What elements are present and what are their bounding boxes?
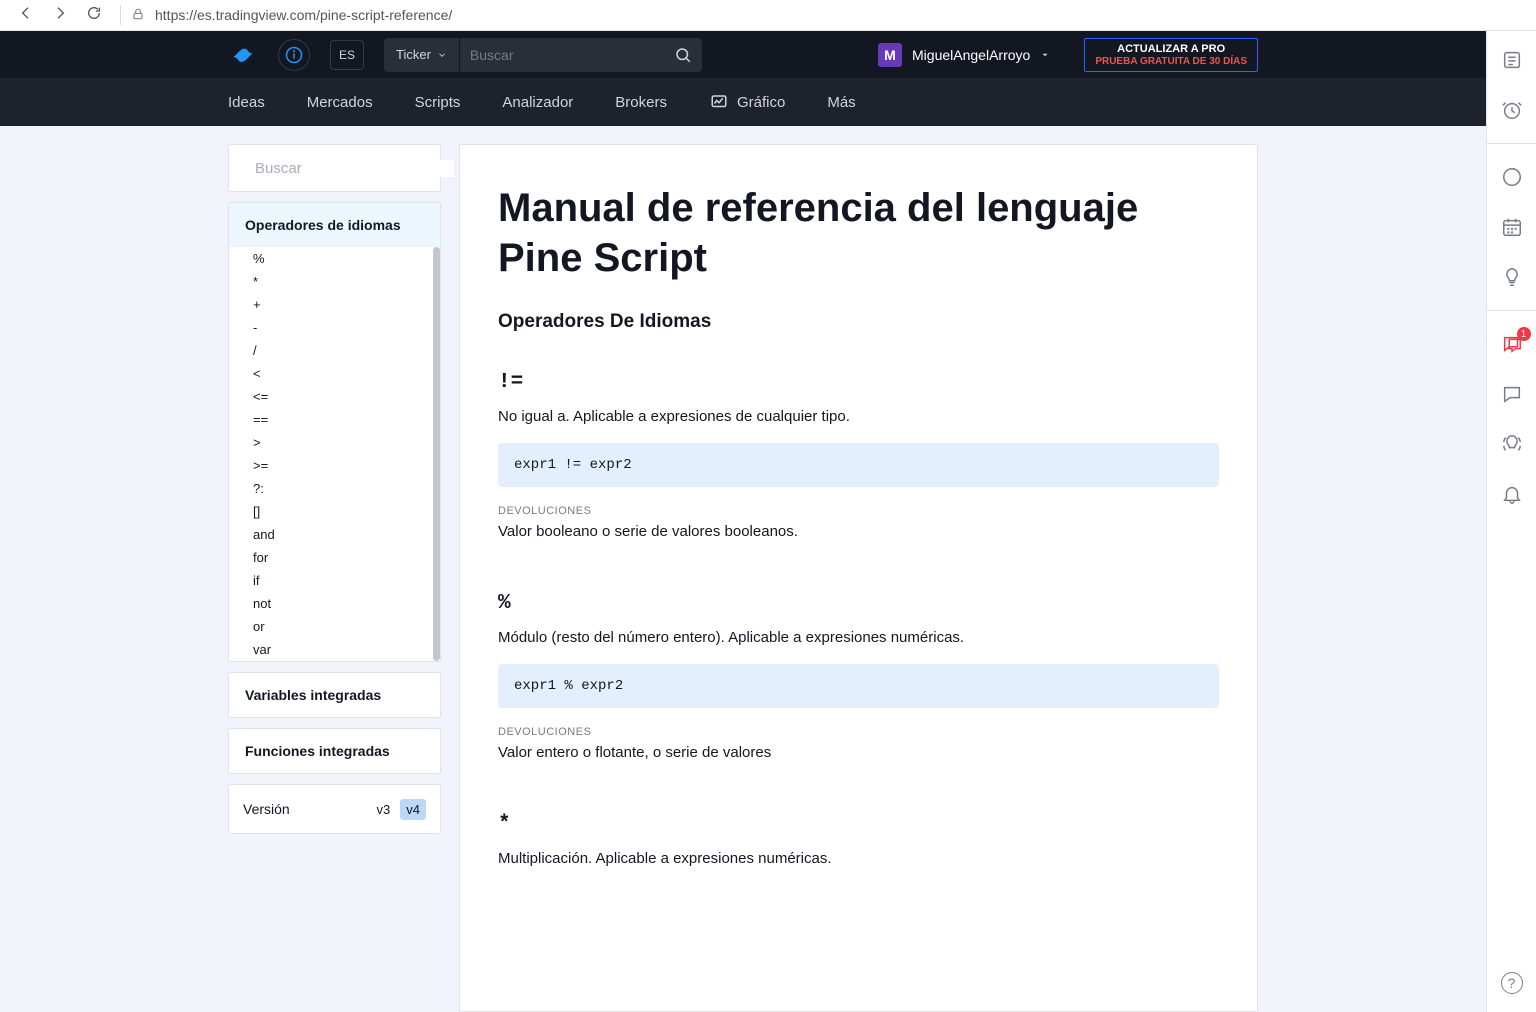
sidebar-op-item[interactable]: not bbox=[229, 592, 440, 615]
version-switcher: Versión v3 v4 bbox=[228, 784, 441, 834]
sidebar-op-item[interactable]: == bbox=[229, 408, 440, 431]
sidebar-op-item[interactable]: + bbox=[229, 293, 440, 316]
operator-symbol: % bbox=[498, 592, 1219, 615]
nav-scripts[interactable]: Scripts bbox=[415, 94, 461, 111]
sidebar-operators-list[interactable]: % * + - / < <= == > >= ?: [] and for bbox=[229, 247, 440, 661]
right-tool-rail: 1 ? bbox=[1486, 31, 1536, 1012]
doc-content: Manual de referencia del lenguaje Pine S… bbox=[459, 144, 1258, 1012]
chat-badge: 1 bbox=[1517, 327, 1531, 341]
info-icon[interactable] bbox=[278, 39, 310, 71]
operator-entry: % Módulo (resto del número entero). Apli… bbox=[498, 592, 1219, 761]
caret-down-icon bbox=[1040, 47, 1050, 63]
sidebar-op-item[interactable]: [] bbox=[229, 500, 440, 523]
forward-button[interactable] bbox=[52, 5, 68, 26]
calendar-icon[interactable] bbox=[1501, 216, 1523, 238]
sidebar-op-item[interactable]: ?: bbox=[229, 477, 440, 500]
help-button[interactable]: ? bbox=[1501, 972, 1523, 994]
streams-icon[interactable] bbox=[1501, 433, 1523, 455]
ticker-dropdown[interactable]: Ticker bbox=[384, 38, 459, 72]
username: MiguelAngelArroyo bbox=[912, 47, 1030, 63]
operator-description: Multiplicación. Aplicable a expresiones … bbox=[498, 850, 1219, 867]
version-v3[interactable]: v3 bbox=[371, 799, 397, 820]
chevron-down-icon bbox=[437, 50, 447, 60]
chart-icon bbox=[709, 93, 729, 111]
sidebar-op-item[interactable]: if bbox=[229, 569, 440, 592]
sidebar-op-item[interactable]: > bbox=[229, 431, 440, 454]
divider bbox=[1487, 143, 1536, 144]
sidebar-op-item[interactable]: for bbox=[229, 546, 440, 569]
version-v4[interactable]: v4 bbox=[400, 799, 426, 820]
sidebar-section-operators[interactable]: Operadores de idiomas bbox=[229, 203, 440, 247]
sidebar-op-item[interactable]: / bbox=[229, 339, 440, 362]
sidebar-section-functions[interactable]: Funciones integradas bbox=[229, 729, 440, 773]
returns-label: DEVOLUCIONES bbox=[498, 505, 1219, 517]
sidebar-op-item[interactable]: >= bbox=[229, 454, 440, 477]
sidebar-op-item[interactable]: var bbox=[229, 638, 440, 661]
sidebar-op-item[interactable]: < bbox=[229, 362, 440, 385]
sidebar-op-item[interactable]: % bbox=[229, 247, 440, 270]
notifications-bell-icon[interactable] bbox=[1501, 483, 1523, 505]
nav-mercados[interactable]: Mercados bbox=[307, 94, 373, 111]
user-menu[interactable]: M MiguelAngelArroyo bbox=[878, 43, 1050, 67]
top-search-input[interactable] bbox=[470, 47, 674, 63]
sidebar-section-variables[interactable]: Variables integradas bbox=[229, 673, 440, 717]
private-chat-icon[interactable]: 1 bbox=[1501, 333, 1523, 355]
search-icon bbox=[674, 46, 692, 64]
sidebar-op-item[interactable]: * bbox=[229, 270, 440, 293]
section-title: Operadores De Idiomas bbox=[498, 311, 1219, 333]
nav-brokers[interactable]: Brokers bbox=[615, 94, 667, 111]
page-title: Manual de referencia del lenguaje Pine S… bbox=[498, 183, 1219, 283]
version-label: Versión bbox=[243, 801, 290, 817]
main-nav: Ideas Mercados Scripts Analizador Broker… bbox=[0, 78, 1486, 126]
sidebar-op-item[interactable]: or bbox=[229, 615, 440, 638]
sidebar-op-item[interactable]: and bbox=[229, 523, 440, 546]
reload-button[interactable] bbox=[86, 5, 102, 26]
returns-text: Valor booleano o serie de valores boolea… bbox=[498, 523, 1219, 540]
operator-symbol: != bbox=[498, 371, 1219, 394]
hotlist-icon[interactable] bbox=[1501, 166, 1523, 188]
sidebar-search-input[interactable] bbox=[255, 160, 454, 177]
operator-entry: * Multiplicación. Aplicable a expresione… bbox=[498, 813, 1219, 867]
language-button[interactable]: ES bbox=[330, 40, 364, 70]
nav-mas[interactable]: Más bbox=[827, 94, 855, 111]
returns-label: DEVOLUCIONES bbox=[498, 726, 1219, 738]
sidebar-op-item[interactable]: - bbox=[229, 316, 440, 339]
divider bbox=[1487, 310, 1536, 311]
operator-description: No igual a. Aplicable a expresiones de c… bbox=[498, 408, 1219, 425]
back-button[interactable] bbox=[18, 5, 34, 26]
url-input[interactable] bbox=[155, 7, 1518, 23]
browser-toolbar bbox=[0, 0, 1536, 31]
nav-grafico[interactable]: Gráfico bbox=[709, 93, 785, 111]
operator-entry: != No igual a. Aplicable a expresiones d… bbox=[498, 371, 1219, 540]
avatar: M bbox=[878, 43, 902, 67]
code-sample: expr1 != expr2 bbox=[498, 443, 1219, 487]
tradingview-logo-icon[interactable] bbox=[228, 42, 258, 67]
sidebar-search[interactable] bbox=[228, 144, 441, 192]
code-sample: expr1 % expr2 bbox=[498, 664, 1219, 708]
divider bbox=[120, 5, 121, 25]
lock-icon bbox=[131, 7, 145, 24]
alerts-clock-icon[interactable] bbox=[1501, 99, 1523, 121]
idea-bulb-icon[interactable] bbox=[1501, 266, 1523, 288]
public-chat-icon[interactable] bbox=[1501, 383, 1523, 405]
top-header: ES Ticker M MiguelAngelArroyo bbox=[0, 31, 1486, 78]
watchlist-icon[interactable] bbox=[1501, 49, 1523, 71]
operator-symbol: * bbox=[498, 813, 1219, 836]
sidebar-op-item[interactable]: <= bbox=[229, 385, 440, 408]
nav-analizador[interactable]: Analizador bbox=[502, 94, 573, 111]
returns-text: Valor entero o flotante, o serie de valo… bbox=[498, 744, 1219, 761]
upgrade-button[interactable]: ACTUALIZAR A PRO PRUEBA GRATUITA DE 30 D… bbox=[1084, 38, 1258, 72]
operator-description: Módulo (resto del número entero). Aplica… bbox=[498, 629, 1219, 646]
nav-ideas[interactable]: Ideas bbox=[228, 94, 265, 111]
